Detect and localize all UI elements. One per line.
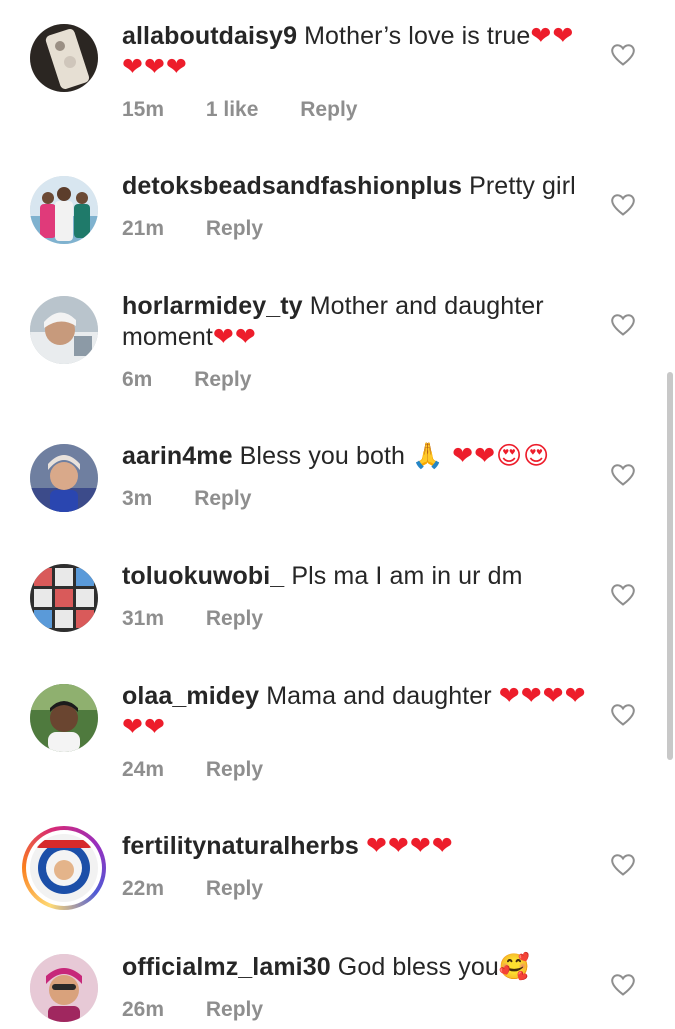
avatar[interactable]: [30, 684, 98, 752]
scrollbar[interactable]: [667, 372, 673, 760]
comment-likes[interactable]: 1 like: [206, 97, 259, 123]
comment-body: detoksbeadsandfashionplus Pretty girl 21…: [122, 171, 592, 242]
comment-time: 3m: [122, 487, 153, 510]
like-button[interactable]: [610, 193, 636, 217]
avatar-image: [30, 834, 98, 902]
comment-text: aarin4me Bless you both 🙏 ❤❤😍😍: [122, 441, 592, 472]
comment-username[interactable]: olaa_midey: [122, 682, 259, 710]
heart-outline-icon: [611, 464, 635, 486]
like-button[interactable]: [610, 313, 636, 337]
comment-message: Pretty girl: [469, 172, 576, 200]
comment-meta: 21m Reply: [122, 216, 592, 242]
reply-button[interactable]: Reply: [194, 486, 251, 512]
heart-outline-icon: [611, 704, 635, 726]
avatar[interactable]: [30, 444, 98, 512]
avatar[interactable]: [30, 296, 98, 364]
comment-body: aarin4me Bless you both 🙏 ❤❤😍😍 3m Reply: [122, 441, 592, 512]
comment-username[interactable]: allaboutdaisy9: [122, 22, 297, 50]
comment-username[interactable]: horlarmidey_ty: [122, 292, 303, 320]
comment-text: allaboutdaisy9 Mother’s love is true❤❤❤❤…: [122, 21, 592, 83]
like-button[interactable]: [610, 973, 636, 997]
avatar-image: [30, 24, 98, 92]
comment-time: 26m: [122, 998, 165, 1021]
comment-meta: 22m Reply: [122, 876, 592, 902]
comment-emoji: 🥰: [498, 952, 531, 981]
avatar[interactable]: [30, 954, 98, 1022]
reply-button[interactable]: Reply: [206, 876, 263, 902]
avatar[interactable]: [30, 564, 98, 632]
comment-time: 24m: [122, 758, 165, 781]
reply-button[interactable]: Reply: [194, 367, 251, 393]
comment-username[interactable]: fertilitynaturalherbs: [122, 832, 359, 860]
comment-username[interactable]: detoksbeadsandfashionplus: [122, 172, 462, 200]
heart-outline-icon: [611, 314, 635, 336]
comment-username[interactable]: aarin4me: [122, 442, 233, 470]
comment-body: toluokuwobi_ Pls ma I am in ur dm 31m Re…: [122, 561, 592, 632]
comment-username[interactable]: toluokuwobi_: [122, 562, 284, 590]
comment-message: God bless you: [337, 953, 499, 981]
avatar: [30, 834, 98, 902]
reply-button[interactable]: Reply: [206, 997, 263, 1023]
heart-outline-icon: [611, 974, 635, 996]
avatar-story-ring[interactable]: [22, 826, 106, 910]
comment-emoji: ❤❤: [212, 323, 257, 351]
avatar[interactable]: [30, 24, 98, 92]
comment-text: olaa_midey Mama and daughter ❤❤❤❤❤❤: [122, 681, 592, 743]
reply-button[interactable]: Reply: [206, 216, 263, 242]
comment-time: 6m: [122, 368, 153, 391]
comment-time: 21m: [122, 217, 165, 240]
reply-button[interactable]: Reply: [206, 757, 263, 783]
avatar-image: [30, 564, 98, 632]
reply-button[interactable]: Reply: [300, 97, 357, 123]
like-button[interactable]: [610, 703, 636, 727]
heart-outline-icon: [611, 194, 635, 216]
comment-message: Mother’s love is true: [304, 22, 531, 50]
comment-body: fertilitynaturalherbs ❤❤❤❤ 22m Reply: [122, 831, 592, 902]
comment-username[interactable]: officialmz_lami30: [122, 953, 331, 981]
comment-meta: 24m Reply: [122, 757, 592, 783]
comment-body: horlarmidey_ty Mother and daughter momen…: [122, 291, 592, 393]
comment-emoji: ❤❤❤❤: [365, 832, 454, 860]
comment-message: Bless you both: [239, 442, 406, 470]
comment-time: 22m: [122, 877, 165, 900]
heart-outline-icon: [611, 854, 635, 876]
comment-meta: 6m Reply: [122, 367, 592, 393]
reply-button[interactable]: Reply: [206, 606, 263, 632]
heart-outline-icon: [611, 584, 635, 606]
avatar-image: [30, 296, 98, 364]
comment-emoji: 🙏 ❤❤😍😍: [412, 442, 551, 470]
comment-time: 31m: [122, 607, 165, 630]
comment-meta: 3m Reply: [122, 486, 592, 512]
like-button[interactable]: [610, 583, 636, 607]
comment-meta: 26m Reply: [122, 997, 592, 1023]
avatar-image: [30, 684, 98, 752]
comment-body: olaa_midey Mama and daughter ❤❤❤❤❤❤ 24m …: [122, 681, 592, 783]
comment-meta: 15m 1 like Reply: [122, 97, 592, 123]
comments-list: allaboutdaisy9 Mother’s love is true❤❤❤❤…: [0, 0, 675, 1029]
comment-body: allaboutdaisy9 Mother’s love is true❤❤❤❤…: [122, 21, 592, 123]
avatar-image: [30, 954, 98, 1022]
avatar-image: [30, 444, 98, 512]
like-button[interactable]: [610, 43, 636, 67]
comment-text: fertilitynaturalherbs ❤❤❤❤: [122, 831, 592, 862]
comment-message: Pls ma I am in ur dm: [291, 562, 523, 590]
comment-text: officialmz_lami30 God bless you🥰: [122, 951, 592, 983]
comment-text: toluokuwobi_ Pls ma I am in ur dm: [122, 561, 592, 592]
heart-outline-icon: [611, 44, 635, 66]
comment-time: 15m: [122, 98, 165, 121]
avatar[interactable]: [30, 176, 98, 244]
like-button[interactable]: [610, 853, 636, 877]
comment-message: Mama and daughter: [266, 682, 492, 710]
comment-text: detoksbeadsandfashionplus Pretty girl: [122, 171, 592, 202]
comment-meta: 31m Reply: [122, 606, 592, 632]
avatar-image: [30, 176, 98, 244]
comment-body: officialmz_lami30 God bless you🥰 26m Rep…: [122, 951, 592, 1023]
comment-text: horlarmidey_ty Mother and daughter momen…: [122, 291, 592, 353]
like-button[interactable]: [610, 463, 636, 487]
